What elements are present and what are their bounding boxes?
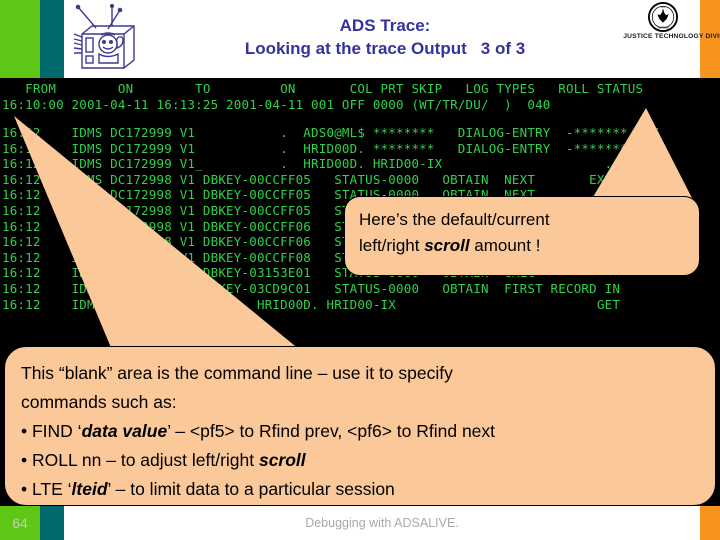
commandline-bullet-list: • FIND ‘data value’ – <pf5> to Rfind pre… bbox=[21, 417, 699, 504]
svg-text:JUSTICE: JUSTICE bbox=[657, 26, 669, 30]
bullet-text-post: ’ – <pf5> to Rfind prev, <pf6> to Rfind … bbox=[167, 421, 496, 441]
tv-cartoon-icon bbox=[73, 4, 135, 69]
scroll-callout-emphasis: scroll bbox=[424, 236, 470, 255]
header-green-bar bbox=[0, 0, 40, 78]
commandline-bullet: • LTE ‘lteid’ – to limit data to a parti… bbox=[21, 475, 699, 504]
bullet-text-emphasis: lteid bbox=[71, 479, 108, 499]
footer-teal-bar bbox=[40, 506, 64, 540]
title-line-1: ADS Trace: bbox=[339, 16, 431, 35]
page-indicator: 3 of 3 bbox=[480, 39, 526, 58]
header-teal-bar bbox=[40, 0, 64, 78]
terminal-column-headers: FROM ON TO ON COL PRT SKIP LOG TYPES ROL… bbox=[2, 81, 644, 96]
bullet-text-pre: • LTE ‘ bbox=[21, 479, 72, 499]
footer-orange-bar bbox=[700, 506, 720, 540]
slide-root: ADS Trace: Looking at the trace Output 3 … bbox=[0, 0, 720, 540]
title-line-2: Looking at the trace Output 3 of 3 bbox=[170, 37, 600, 60]
command-line-callout: This “blank” area is the command line – … bbox=[4, 346, 716, 506]
slide-number: 64 bbox=[0, 506, 40, 540]
command-line-callout-pointer bbox=[14, 116, 300, 350]
bullet-text-pre: • ROLL nn – to adjust left/right bbox=[21, 450, 259, 470]
footer-caption: Debugging with ADSALIVE. bbox=[305, 516, 459, 530]
bullet-text-emphasis: data value bbox=[81, 421, 168, 441]
slide-header: ADS Trace: Looking at the trace Output 3 … bbox=[0, 0, 720, 78]
commandline-callout-line-1: This “blank” area is the command line – … bbox=[21, 363, 453, 383]
division-logo: JTD JUSTICE JUSTICE TECHNOLOGY DIVISION bbox=[623, 2, 720, 40]
scroll-callout-pointer bbox=[590, 108, 694, 202]
bullet-text-emphasis: scroll bbox=[258, 450, 306, 470]
page-title: ADS Trace: Looking at the trace Output 3 … bbox=[170, 14, 600, 60]
svg-text:JTD: JTD bbox=[660, 5, 665, 9]
logo-caption: JUSTICE TECHNOLOGY DIVISION bbox=[623, 33, 720, 40]
terminal-status-row: 16:10:00 2001-04-11 16:13:25 2001-04-11 … bbox=[2, 97, 551, 112]
eagle-seal-icon: JTD JUSTICE bbox=[648, 2, 678, 32]
scroll-amount-callout: Here’s the default/current left/right sc… bbox=[344, 196, 700, 276]
title-line-2-text: Looking at the trace Output bbox=[244, 39, 467, 58]
commandline-bullet: • FIND ‘data value’ – <pf5> to Rfind pre… bbox=[21, 417, 699, 446]
commandline-callout-line-2: commands such as: bbox=[21, 392, 177, 412]
scroll-callout-line-2-post: amount ! bbox=[469, 236, 541, 255]
scroll-callout-line-2-pre: left/right bbox=[359, 236, 425, 255]
bullet-text-pre: • FIND ‘ bbox=[21, 421, 82, 441]
bullet-text-post: ’ – to limit data to a particular sessio… bbox=[107, 479, 395, 499]
slide-footer: 64 Debugging with ADSALIVE. bbox=[0, 506, 720, 540]
scroll-callout-line-2: left/right scroll amount ! bbox=[359, 233, 685, 259]
scroll-callout-line-1: Here’s the default/current bbox=[359, 210, 550, 229]
commandline-bullet: • ROLL nn – to adjust left/right scroll bbox=[21, 446, 699, 475]
